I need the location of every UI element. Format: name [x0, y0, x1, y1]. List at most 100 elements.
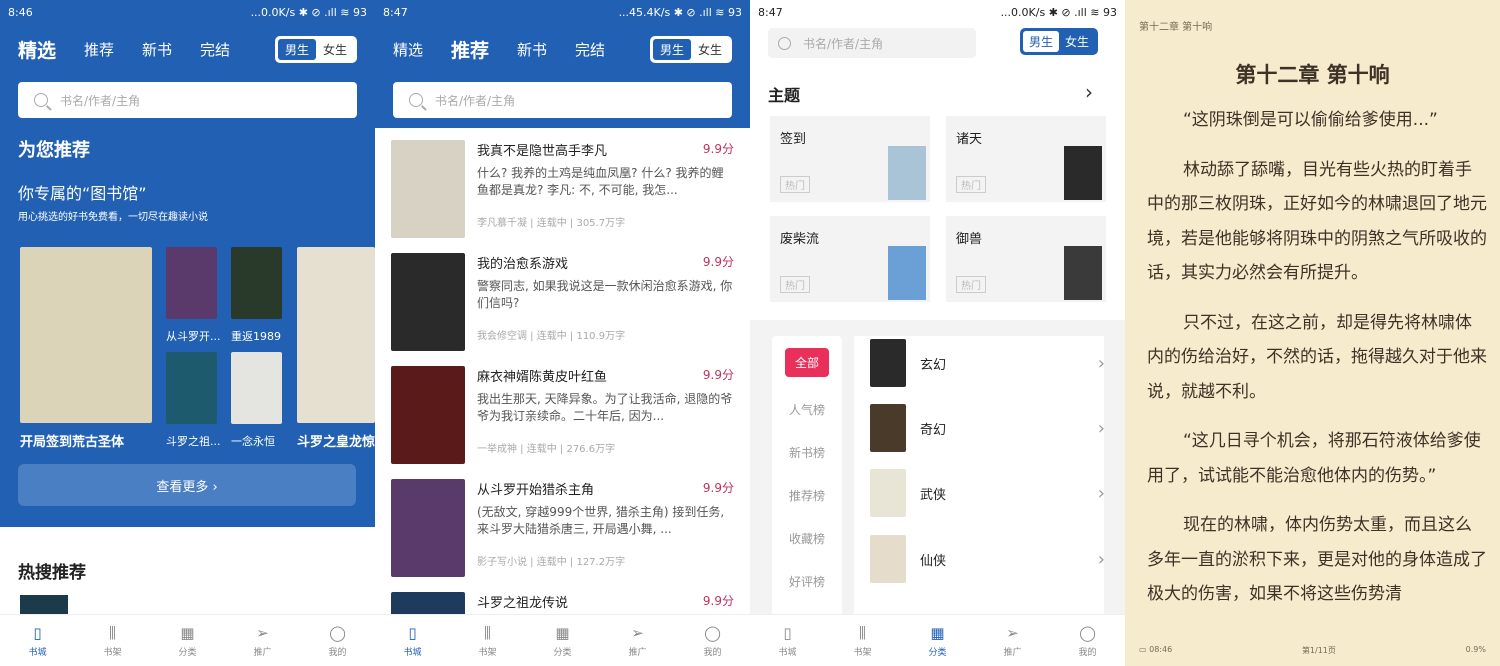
chevron-right-icon: ›: [1097, 417, 1105, 439]
gender-female[interactable]: 女生: [691, 39, 729, 60]
nav-mine[interactable]: ◯ 我的: [675, 615, 750, 666]
page-indicator: 第1/11页: [1301, 646, 1336, 655]
screen-reader: 第十二章 第十响 第十二章 第十响 “这阴珠倒是可以偷偷给爹使用...” 林动舔…: [1125, 0, 1500, 666]
nav-promote[interactable]: ➢ 推广: [225, 615, 300, 666]
screen-recommend: 8:47 ...45.4K/s ✱ ⊘ .ıll ≋ 93 精选 推荐 新书 完…: [375, 0, 750, 666]
list-item[interactable]: 我的治愈系游戏 9.9分 警察同志, 如果我说这是一款休闲治愈系游戏, 你们信吗…: [375, 241, 750, 354]
gender-male[interactable]: 男生: [652, 38, 691, 60]
header: 8:47 ...45.4K/s ✱ ⊘ .ıll ≋ 93 精选 推荐 新书 完…: [375, 0, 750, 128]
nav-category[interactable]: ▦ 分类: [150, 615, 225, 666]
topic-card[interactable]: 御兽 热门: [946, 216, 1106, 302]
hot-badge: 热门: [956, 176, 986, 193]
hot-book-thumb[interactable]: [20, 595, 68, 615]
book-cover: [391, 253, 465, 351]
book-info: 从斗罗开始猎杀主角 9.9分 (无敌文, 穿越999个世界, 猎杀主角) 接到任…: [477, 479, 734, 580]
paragraph: “这阴珠倒是可以偷偷给爹使用...”: [1183, 110, 1438, 130]
tab-featured[interactable]: 精选: [393, 39, 423, 60]
book-icon: ▯: [783, 623, 792, 642]
status-indicators: ...0.0K/s ✱ ⊘ .ıll ≋ 93: [1000, 5, 1117, 19]
nav-shelf[interactable]: ⫼ 书架: [450, 615, 525, 666]
search-input[interactable]: 书名/作者/主角: [18, 82, 357, 118]
bars-icon: ⫼: [484, 623, 491, 642]
rail-all[interactable]: 全部: [772, 336, 842, 388]
rail-popular[interactable]: 人气榜: [772, 388, 842, 431]
category-item[interactable]: 仙侠 ›: [870, 534, 1105, 584]
book-title: 我的治愈系游戏: [477, 257, 569, 272]
nav-label: 我的: [328, 647, 347, 658]
tab-new[interactable]: 新书: [517, 39, 547, 60]
rail-favorite[interactable]: 收藏榜: [772, 517, 842, 560]
nav-mine[interactable]: ◯ 我的: [300, 615, 375, 666]
topic-card[interactable]: 诸天 热门: [946, 116, 1106, 202]
reader-footer: ▭ 08:46 第1/11页 0.9%: [1139, 645, 1486, 656]
search-input[interactable]: 书名/作者/主角: [393, 82, 732, 118]
search-input[interactable]: 书名/作者/主角: [768, 28, 976, 58]
tab-new[interactable]: 新书: [142, 39, 172, 60]
book-title[interactable]: 重返1989: [231, 328, 281, 344]
book-cover[interactable]: [20, 247, 152, 423]
topic-card[interactable]: 废柴流 热门: [770, 216, 930, 302]
tab-finished[interactable]: 完结: [575, 39, 605, 60]
topic-cover: [888, 246, 926, 300]
hot-badge: 热门: [780, 276, 810, 293]
nav-promote[interactable]: ➢ 推广: [600, 615, 675, 666]
rail-new[interactable]: 新书榜: [772, 431, 842, 474]
tab-recommend[interactable]: 推荐: [84, 39, 114, 60]
nav-bookstore[interactable]: ▯ 书城: [0, 615, 75, 666]
nav-shelf[interactable]: ⫼ 书架: [825, 615, 900, 666]
category-label: 玄幻: [920, 357, 947, 373]
chevron-right-icon: ›: [1097, 548, 1105, 570]
gender-female[interactable]: 女生: [316, 39, 354, 60]
nav-category[interactable]: ▦ 分类: [525, 615, 600, 666]
nav-promote[interactable]: ➢ 推广: [975, 615, 1050, 666]
gender-female[interactable]: 女生: [1059, 31, 1095, 52]
nav-mine[interactable]: ◯ 我的: [1050, 615, 1125, 666]
list-item[interactable]: 我真不是隐世高手李凡 9.9分 什么? 我养的土鸡是纯血凤凰? 什么? 我养的鲤…: [375, 128, 750, 241]
book-title[interactable]: 开局签到荒古圣体: [20, 431, 124, 450]
category-item[interactable]: 玄幻 ›: [870, 338, 1105, 388]
tab-finished[interactable]: 完结: [200, 39, 230, 60]
category-item[interactable]: 奇幻 ›: [870, 403, 1105, 453]
gender-male[interactable]: 男生: [277, 38, 316, 60]
list-item[interactable]: 从斗罗开始猎杀主角 9.9分 (无敌文, 穿越999个世界, 猎杀主角) 接到任…: [375, 467, 750, 580]
nav-bookstore[interactable]: ▯ 书城: [750, 615, 825, 666]
book-title[interactable]: 一念永恒: [231, 433, 275, 449]
category-item[interactable]: 武侠 ›: [870, 468, 1105, 518]
book-cover[interactable]: [231, 247, 282, 319]
bars-icon: ⫼: [859, 623, 866, 642]
book-score: 9.9分: [702, 142, 734, 156]
see-more-button[interactable]: 查看更多 ›: [18, 464, 356, 506]
book-cover[interactable]: [166, 247, 217, 319]
topic-name: 废柴流: [780, 232, 820, 247]
tab-featured[interactable]: 精选: [18, 36, 56, 63]
rail-recommend[interactable]: 推荐榜: [772, 474, 842, 517]
status-bar: 8:46 ...0.0K/s ✱ ⊘ .ıll ≋ 93: [0, 0, 375, 24]
chevron-right-icon[interactable]: ›: [1085, 80, 1093, 104]
screen-featured: 8:46 ...0.0K/s ✱ ⊘ .ıll ≋ 93 精选 推荐 新书 完结…: [0, 0, 375, 666]
paragraph: 现在的林啸，体内伤势太重，而且这么多年一直的淤积下来，更是对他的身体造成了极大的…: [1147, 515, 1487, 604]
gender-switch: 男生 女生: [274, 35, 357, 63]
topics-title: 主题: [768, 86, 801, 105]
nav-label: 书城: [778, 647, 797, 658]
list-item[interactable]: 麻衣神婿陈黄皮叶红鱼 9.9分 我出生那天, 天降异象。为了让我活命, 退隐的爷…: [375, 354, 750, 467]
book-cover: [391, 140, 465, 238]
reader-body[interactable]: “这阴珠倒是可以偷偷给爹使用...” 林动舔了舔嘴，目光有些火热的盯着手中的那三…: [1125, 103, 1500, 612]
gender-male[interactable]: 男生: [1023, 31, 1060, 52]
book-cover[interactable]: [297, 247, 375, 423]
category-label: 奇幻: [920, 422, 947, 438]
category-cover: [870, 404, 906, 452]
nav-bookstore[interactable]: ▯ 书城: [375, 615, 450, 666]
topic-card[interactable]: 签到 热门: [770, 116, 930, 202]
book-title[interactable]: 斗罗之祖...: [166, 433, 221, 449]
book-title[interactable]: 斗罗之皇龙惊: [297, 431, 375, 450]
book-title[interactable]: 从斗罗开...: [166, 328, 221, 344]
status-bar: 8:47 ...0.0K/s ✱ ⊘ .ıll ≋ 93: [750, 0, 1125, 24]
nav-category[interactable]: ▦ 分类: [900, 615, 975, 666]
topic-cover: [1064, 246, 1102, 300]
top-tabs: 精选 推荐 新书 完结 男生 女生: [0, 24, 375, 74]
nav-shelf[interactable]: ⫼ 书架: [75, 615, 150, 666]
book-cover[interactable]: [231, 352, 282, 424]
tab-recommend[interactable]: 推荐: [451, 36, 489, 63]
rail-rating[interactable]: 好评榜: [772, 560, 842, 603]
book-cover[interactable]: [166, 352, 217, 424]
